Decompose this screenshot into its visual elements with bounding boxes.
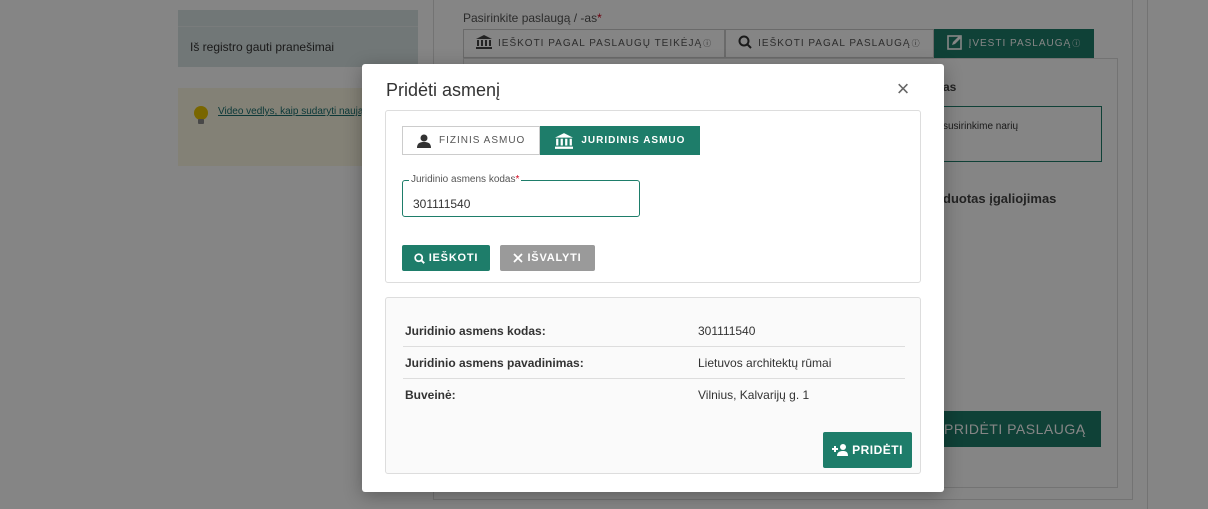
tab-physical-person[interactable]: FIZINIS ASMUO: [402, 126, 541, 155]
search-button[interactable]: IEŠKOTI: [402, 245, 490, 271]
legal-code-field: Juridinio asmens kodas*: [402, 174, 640, 217]
tab-legal-person[interactable]: JURIDINIS ASMUO: [540, 126, 701, 155]
result-card: Juridinio asmens kodas: 301111540 Juridi…: [385, 297, 921, 474]
add-button[interactable]: PRIDĖTI: [823, 432, 912, 468]
table-row: Juridinio asmens pavadinimas: Lietuvos a…: [403, 347, 905, 379]
search-card: FIZINIS ASMUO JURIDINIS ASMUO Juridinio …: [385, 110, 921, 283]
table-row: Buveinė: Vilnius, Kalvarijų g. 1: [405, 388, 810, 402]
table-row: Juridinio asmens kodas: 301111540: [403, 315, 905, 347]
modal-title: Pridėti asmenį: [386, 80, 501, 100]
add-person-modal: Pridėti asmenį × FIZINIS ASMUO JURIDINIS…: [362, 64, 944, 492]
search-icon: [414, 252, 425, 264]
user-icon: [417, 134, 431, 148]
add-user-icon: [832, 444, 849, 456]
legal-code-input[interactable]: [403, 181, 639, 216]
person-type-toggle: FIZINIS ASMUO JURIDINIS ASMUO: [402, 126, 701, 155]
close-icon: [513, 253, 524, 263]
close-icon[interactable]: ×: [892, 78, 914, 100]
clear-button[interactable]: IŠVALYTI: [500, 245, 595, 271]
result-table: Juridinio asmens kodas: 301111540 Juridi…: [403, 315, 905, 411]
bank-icon: [555, 132, 574, 149]
